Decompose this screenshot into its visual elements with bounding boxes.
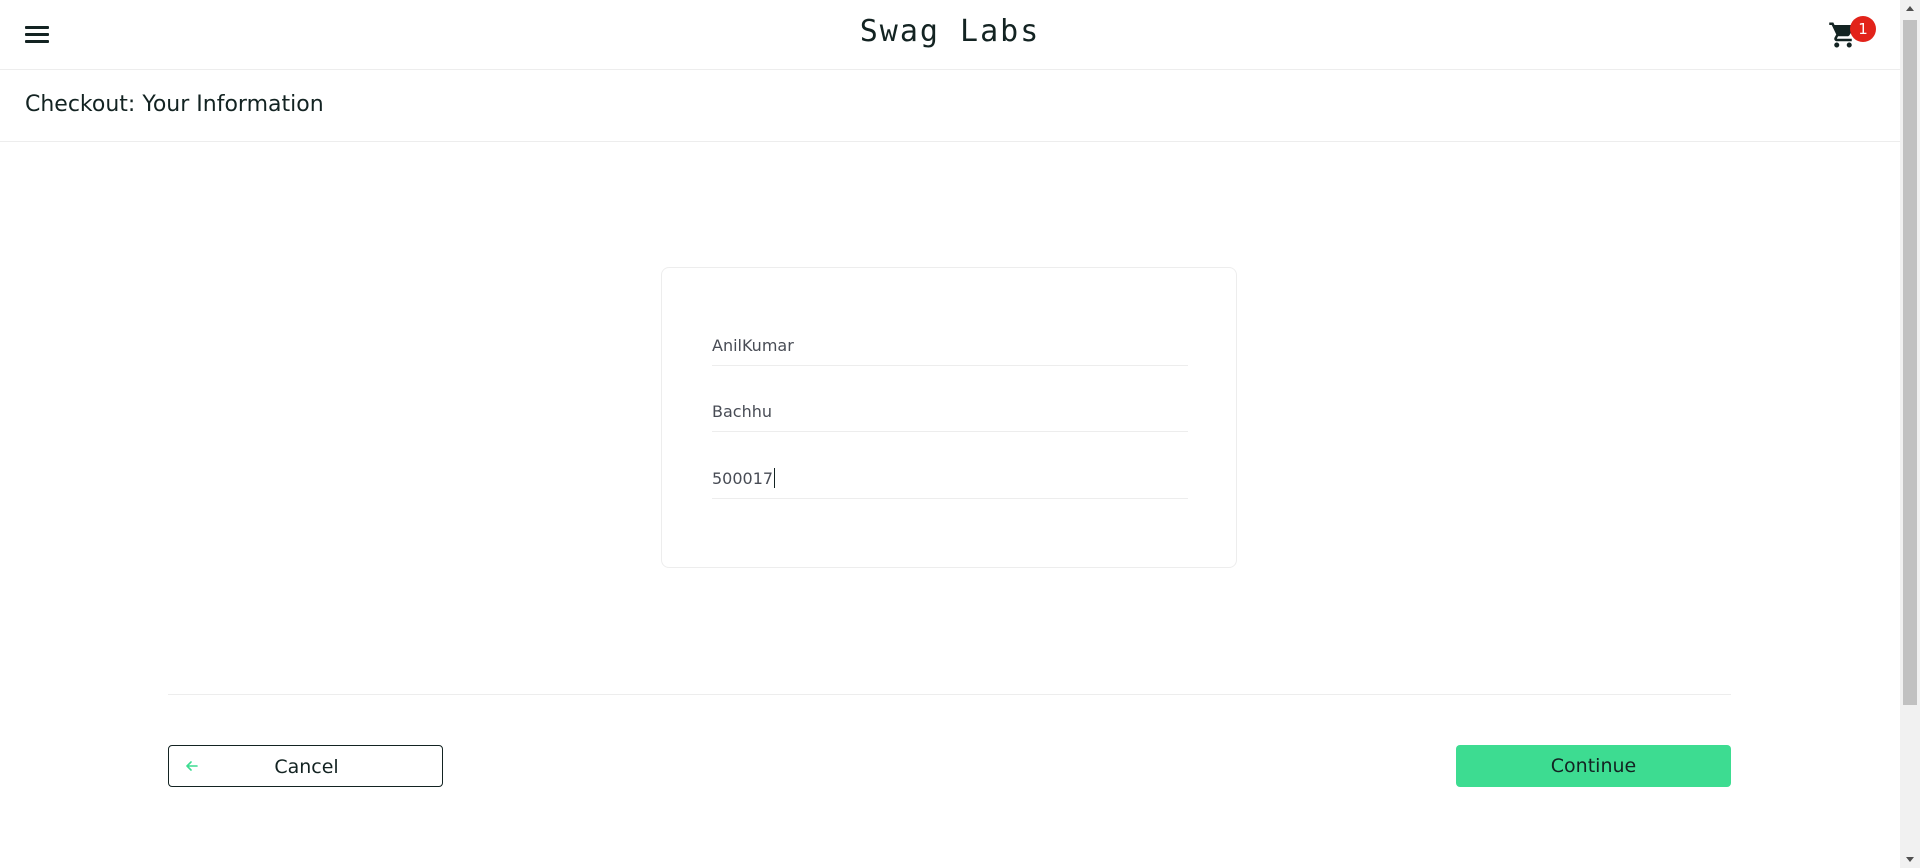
postal-code-field-wrapper [712, 459, 1188, 499]
last-name-field-wrapper [712, 392, 1188, 432]
continue-button-label: Continue [1550, 755, 1637, 777]
first-name-field-wrapper [712, 326, 1188, 366]
shopping-cart-link[interactable]: 1 [1826, 16, 1876, 56]
primary-header: Swag Labs 1 [0, 0, 1900, 70]
first-name-input[interactable] [712, 330, 1188, 360]
postal-code-input[interactable] [712, 463, 1188, 493]
text-caret [774, 468, 775, 488]
scrollbar-thumb[interactable] [1903, 20, 1917, 705]
secondary-header: Checkout: Your Information [0, 70, 1900, 142]
scroll-down-arrow-icon[interactable] [1900, 851, 1920, 868]
footer-divider [168, 694, 1731, 695]
vertical-scrollbar[interactable] [1900, 0, 1920, 868]
last-name-input[interactable] [712, 396, 1188, 426]
cancel-button[interactable]: Cancel [168, 745, 443, 787]
checkout-info-form [661, 267, 1237, 568]
cart-badge: 1 [1850, 16, 1876, 42]
checkout-page: Swag Labs 1 Checkout: Your Information C… [0, 0, 1900, 868]
page-title: Checkout: Your Information [25, 92, 324, 117]
scroll-up-arrow-icon[interactable] [1900, 0, 1920, 17]
app-logo: Swag Labs [859, 14, 1041, 49]
continue-button[interactable]: Continue [1456, 745, 1731, 787]
cancel-button-label: Cancel [274, 756, 339, 778]
